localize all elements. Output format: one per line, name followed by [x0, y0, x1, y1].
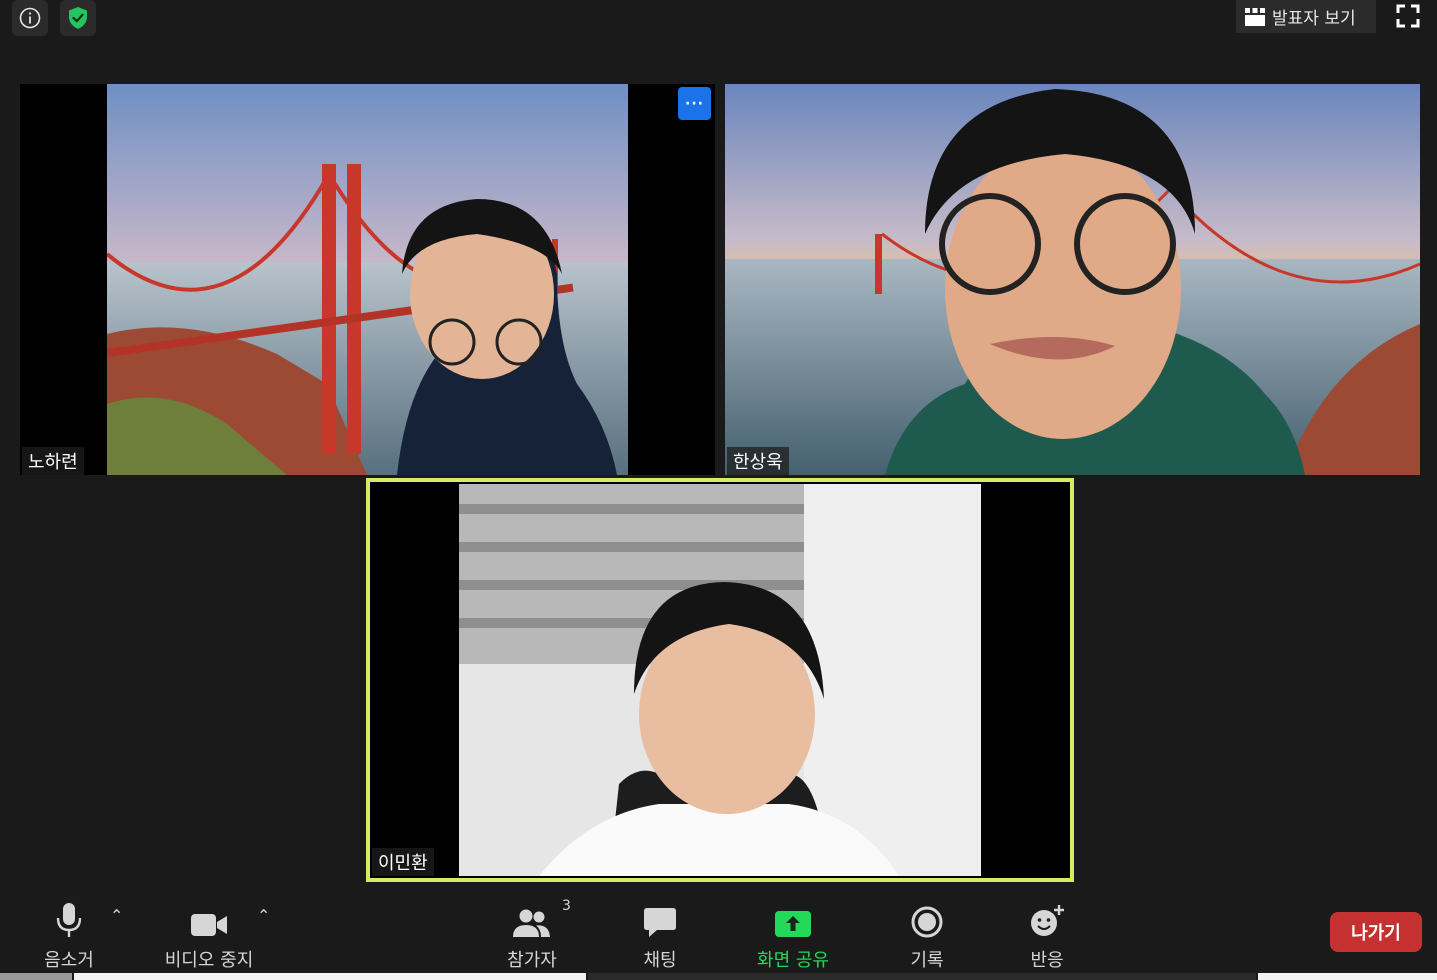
stop-video-label: 비디오 중지: [164, 950, 254, 971]
bottom-strip-left: [0, 973, 72, 980]
bottom-strip-mid: [74, 973, 586, 980]
shield-check-icon: [69, 7, 87, 29]
participant-name: 한상욱: [727, 447, 789, 475]
emoji-add-icon: [1031, 905, 1064, 936]
video-tile-2[interactable]: 한상욱: [725, 84, 1420, 475]
virtual-background-bridge: [107, 84, 628, 475]
stop-video-button[interactable]: 비디오 중지: [160, 898, 258, 972]
bottom-strip-center: [588, 973, 1256, 980]
active-speaker-tile[interactable]: 이민환: [366, 478, 1074, 882]
mute-label: 음소거: [44, 950, 94, 971]
microphone-icon: [56, 903, 82, 937]
share-screen-icon: [775, 911, 811, 937]
record-icon: [911, 906, 943, 938]
participants-icon: [513, 909, 550, 937]
mute-button[interactable]: 음소거: [40, 898, 98, 972]
virtual-background-bridge: [725, 84, 1420, 475]
leave-meeting-button[interactable]: 나가기: [1330, 912, 1422, 952]
chat-label: 채팅: [643, 950, 677, 971]
speaker-view-button[interactable]: 발표자 보기: [1236, 0, 1376, 33]
video-tile-1[interactable]: ··· 노하련: [20, 84, 715, 475]
info-button[interactable]: [12, 0, 48, 36]
participants-button[interactable]: 3 참가자: [503, 898, 571, 972]
participant-name: 이민환: [372, 848, 434, 876]
record-button[interactable]: 기록: [906, 898, 948, 972]
speaker-view-icon: [1245, 7, 1265, 26]
participants-count: 3: [562, 898, 571, 914]
fullscreen-button[interactable]: [1394, 2, 1422, 30]
audio-options-caret[interactable]: ⌃: [110, 906, 123, 925]
video-camera-icon: [191, 914, 227, 936]
chat-bubble-icon: [644, 908, 676, 937]
meeting-toolbar: 음소거 ⌃ 비디오 중지 ⌃ 3 참가자 채팅 화면 공유 기록 반응: [0, 888, 1437, 980]
speaker-view-label: 발표자 보기: [1272, 9, 1356, 29]
participant-name: 노하련: [22, 447, 84, 475]
bottom-strip-right: [1258, 973, 1437, 980]
fullscreen-icon: [1396, 4, 1420, 28]
share-screen-label: 화면 공유: [757, 950, 829, 971]
camera-feed-room: [459, 484, 981, 876]
video-options-caret[interactable]: ⌃: [257, 906, 270, 925]
record-label: 기록: [910, 950, 944, 971]
chat-button[interactable]: 채팅: [632, 898, 688, 972]
participants-label: 참가자: [507, 950, 557, 971]
more-options-button[interactable]: ···: [678, 87, 711, 120]
security-button[interactable]: [60, 0, 96, 36]
reactions-button[interactable]: 반응: [1025, 898, 1069, 972]
share-screen-button[interactable]: 화면 공유: [752, 898, 834, 972]
info-icon: [19, 7, 41, 29]
reactions-label: 반응: [1030, 950, 1064, 971]
